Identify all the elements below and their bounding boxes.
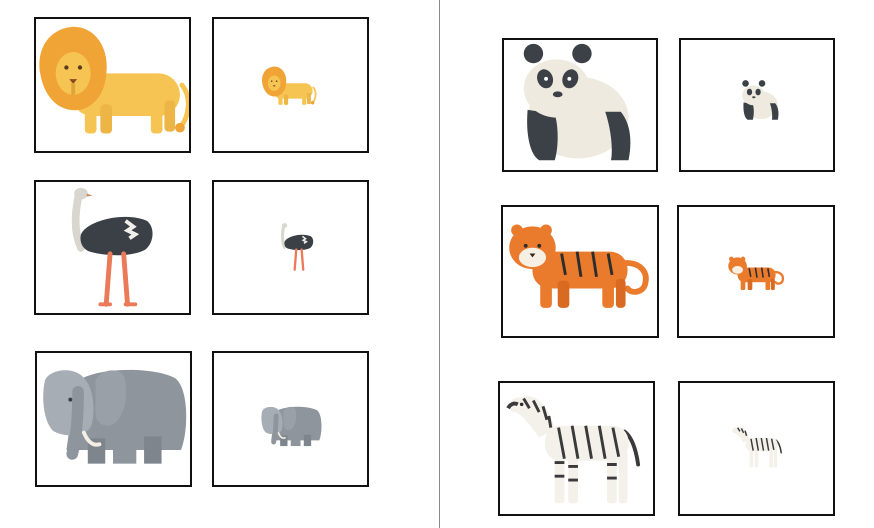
elephant-big-card[interactable] — [35, 351, 192, 487]
lion-big-card[interactable] — [34, 17, 191, 153]
tiger-icon — [728, 256, 785, 291]
ostrich-icon — [280, 223, 314, 271]
lion-small-card[interactable] — [212, 17, 369, 153]
tiger-big-card[interactable] — [501, 205, 659, 338]
ostrich-big-card[interactable] — [34, 180, 191, 315]
panda-small-card[interactable] — [679, 38, 835, 172]
ostrich-icon — [71, 187, 153, 307]
elephant-icon — [43, 369, 187, 464]
zebra-big-card[interactable] — [498, 381, 655, 516]
panda-big-card[interactable] — [502, 38, 658, 172]
page-divider — [439, 0, 440, 528]
panda-icon — [523, 43, 631, 161]
lion-icon — [39, 26, 189, 134]
tiger-small-card[interactable] — [677, 205, 835, 338]
zebra-icon — [732, 426, 782, 468]
zebra-small-card[interactable] — [678, 381, 835, 516]
ostrich-small-card[interactable] — [212, 180, 369, 315]
lion-icon — [262, 66, 317, 105]
elephant-small-card[interactable] — [212, 351, 369, 487]
panda-icon — [742, 80, 779, 120]
zebra-icon — [506, 395, 641, 504]
tiger-icon — [509, 224, 649, 308]
elephant-icon — [261, 406, 322, 447]
